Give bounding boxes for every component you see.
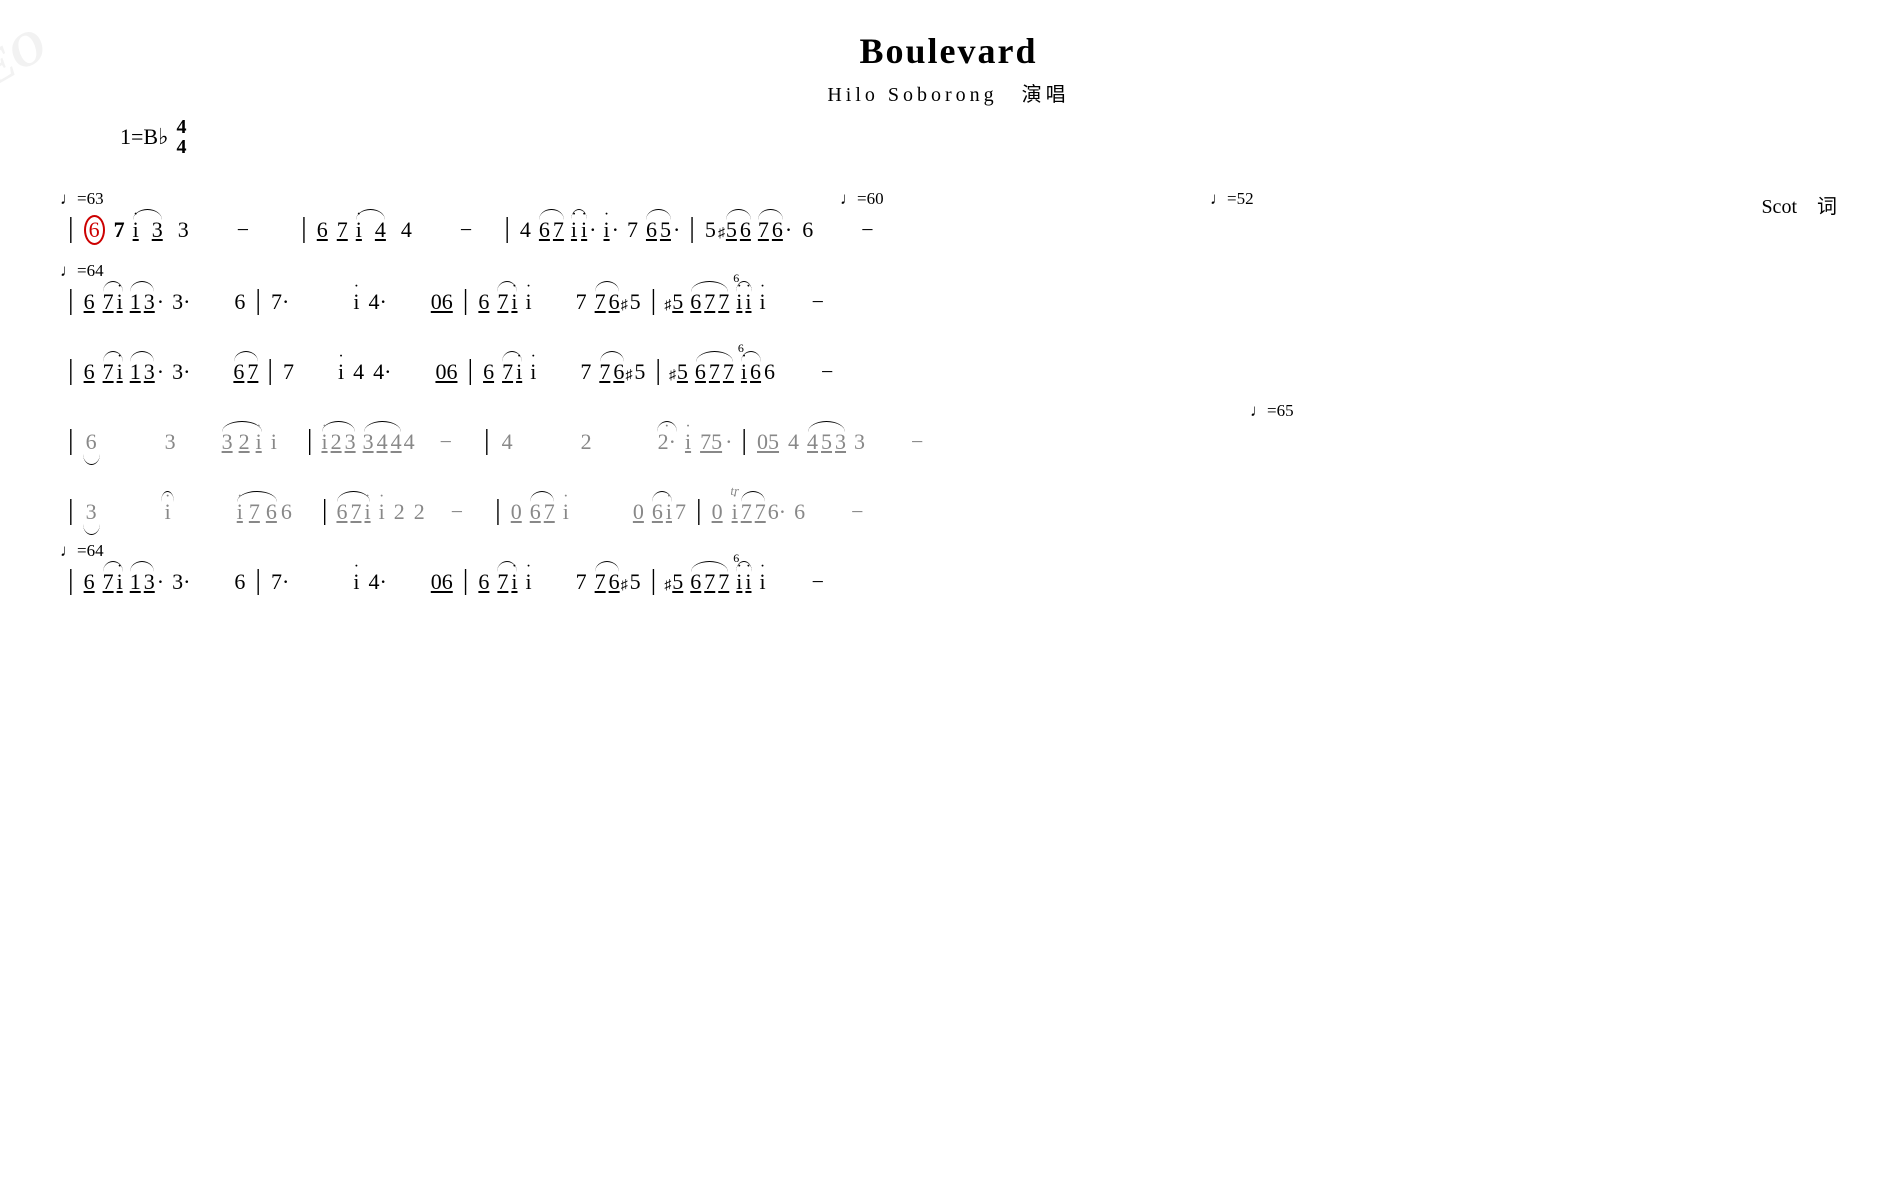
music-row-2: ♩=64 | 6 7 i 1 3 · 3· xyxy=(60,259,1837,315)
row-5-notes: | 3 i i 7 6 6 xyxy=(60,497,1837,525)
music-row-4: | 6 3 3 2 i i | xyxy=(60,399,1837,455)
tempo-row2: ♩=64 xyxy=(60,261,104,281)
music-row-6: ♩=64 | 6 7 i 1 3 · 3· xyxy=(60,539,1837,595)
tempo-2: ♩=60 xyxy=(840,189,884,209)
row-4-notes: | 6 3 3 2 i i | xyxy=(60,427,1837,455)
watermark: EO xyxy=(0,0,160,160)
time-numerator: 4 xyxy=(176,117,186,137)
music-row-3: | 6 7 i 1 3 · 3· 6 xyxy=(60,329,1837,385)
note-6-red: 6 xyxy=(84,215,105,245)
note-3-gray: 3 xyxy=(165,429,176,455)
music-row-1: ♩=63 ♩=60 ♩=52 | 6 7 i 3 xyxy=(60,187,1837,245)
song-title: Boulevard xyxy=(60,30,1837,72)
tempo-row6: ♩=64 xyxy=(60,541,104,561)
tempo-row4: ♩=65 xyxy=(1250,401,1294,421)
time-signature: 4 4 xyxy=(176,117,186,157)
tempo-1: ♩=63 xyxy=(60,189,104,209)
row-6-notes: | 6 7 i 1 3 · 3· 6 | xyxy=(60,567,1837,595)
row-1-notes: | 6 7 i 3 3 − | 6 xyxy=(60,215,1837,245)
title-section: Boulevard Hilo Soborong 演唱 xyxy=(60,30,1837,107)
row-2-notes: | 6 7 i 1 3 · 3· 6 xyxy=(60,287,1837,315)
key-time-row: 1=B♭ 4 4 xyxy=(120,117,1837,157)
subtitle: Hilo Soborong 演唱 xyxy=(60,78,1837,107)
note-7: 7 xyxy=(114,217,125,243)
music-row-5: | 3 i i 7 6 6 xyxy=(60,469,1837,525)
watermark-text: EO xyxy=(0,17,56,98)
time-denominator: 4 xyxy=(176,137,186,157)
tempo-3: ♩=52 xyxy=(1210,189,1254,209)
music-section: ♩=63 ♩=60 ♩=52 | 6 7 i 3 xyxy=(60,187,1837,595)
note-6-gray: 6 xyxy=(86,429,97,455)
row-3-notes: | 6 7 i 1 3 · 3· 6 xyxy=(60,357,1837,385)
